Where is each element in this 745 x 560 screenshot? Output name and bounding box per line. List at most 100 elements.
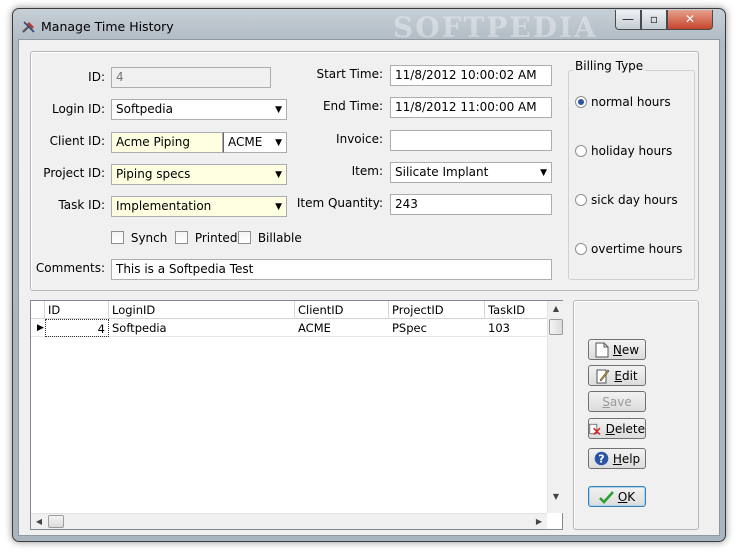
radio-label-holiday-hours: holiday hours <box>591 143 673 158</box>
details-panel: ID: 4 Login ID: Softpedia ▼ Client ID: A… <box>30 51 699 291</box>
chevron-down-icon[interactable]: ▼ <box>540 166 547 181</box>
help-button[interactable]: ? Help <box>588 448 646 469</box>
cell-clientid[interactable]: ACME <box>295 319 389 337</box>
grid-corner <box>31 301 45 319</box>
start-time-field[interactable]: 11/8/2012 10:00:02 AM <box>390 65 552 86</box>
chevron-down-icon[interactable]: ▼ <box>275 200 282 215</box>
radio-button[interactable] <box>575 193 587 206</box>
synch-checkbox[interactable]: Synch <box>111 230 167 245</box>
end-time-label: End Time: <box>322 99 383 113</box>
minimize-button[interactable]: — <box>615 10 641 30</box>
vertical-scroll-thumb[interactable] <box>549 319 563 335</box>
delete-button-key: D <box>605 421 615 436</box>
ok-button-label: K <box>627 489 636 504</box>
client-code-combo[interactable]: ACME ▼ <box>223 132 287 153</box>
task-id-combo[interactable]: Implementation ▼ <box>111 196 287 217</box>
invoice-label: Invoice: <box>336 132 383 146</box>
scroll-left-icon[interactable]: ◀ <box>31 514 47 530</box>
time-history-grid[interactable]: ID LoginID ClientID ProjectID TaskID ▶ 4… <box>30 300 563 530</box>
client-code-value: ACME <box>228 135 263 149</box>
project-id-combo[interactable]: Piping specs ▼ <box>111 164 287 185</box>
delete-icon <box>589 423 601 435</box>
horizontal-scroll-thumb[interactable] <box>48 515 64 528</box>
login-id-value: Softpedia <box>116 102 173 116</box>
new-document-icon <box>595 342 609 357</box>
cell-taskid[interactable]: 103 <box>485 319 547 337</box>
radio-button[interactable] <box>575 95 587 108</box>
item-quantity-field[interactable]: 243 <box>390 194 552 215</box>
radio-button[interactable] <box>575 242 587 255</box>
edit-button-key: E <box>614 368 622 383</box>
new-button-label: ew <box>621 342 640 357</box>
save-button-key: S <box>602 394 610 409</box>
col-header-taskid[interactable]: TaskID <box>485 301 547 319</box>
billable-checkbox[interactable]: Billable <box>238 230 302 245</box>
close-button[interactable]: ✕ <box>667 10 713 30</box>
item-value: Silicate Implant <box>395 165 489 179</box>
svg-text:?: ? <box>598 453 604 466</box>
client-name-field[interactable]: Acme Piping <box>111 132 223 153</box>
cell-projectid[interactable]: PSpec <box>389 319 485 337</box>
edit-button-label: dit <box>621 368 638 383</box>
chevron-down-icon[interactable]: ▼ <box>275 168 282 183</box>
project-id-label: Project ID: <box>43 166 105 180</box>
radio-holiday-hours[interactable]: holiday hours <box>575 143 672 158</box>
save-button-label: ave <box>609 394 632 409</box>
window-title: Manage Time History <box>41 19 174 34</box>
id-field: 4 <box>111 67 271 88</box>
billing-type-title: Billing Type <box>573 59 646 73</box>
task-id-value: Implementation <box>116 199 212 213</box>
chevron-down-icon[interactable]: ▼ <box>275 136 282 151</box>
login-id-label: Login ID: <box>51 102 105 116</box>
edit-document-icon <box>596 369 610 383</box>
edit-button[interactable]: Edit <box>588 365 646 386</box>
client-id-label: Client ID: <box>49 134 105 148</box>
app-window: Manage Time History SOFTPEDIA — ▫ ✕ ID: … <box>12 8 726 542</box>
title-bar[interactable]: Manage Time History SOFTPEDIA — ▫ ✕ <box>13 9 725 44</box>
col-header-loginid[interactable]: LoginID <box>109 301 295 319</box>
col-header-id[interactable]: ID <box>45 301 109 319</box>
horizontal-scrollbar[interactable]: ◀ ▶ <box>31 513 547 529</box>
help-button-label: elp <box>621 451 641 466</box>
scroll-right-icon[interactable]: ▶ <box>531 514 547 530</box>
chevron-down-icon[interactable]: ▼ <box>275 103 282 118</box>
radio-sick-day-hours[interactable]: sick day hours <box>575 192 678 207</box>
invoice-field[interactable] <box>390 130 552 151</box>
checkbox-box[interactable] <box>238 231 251 244</box>
col-header-projectid[interactable]: ProjectID <box>389 301 485 319</box>
login-id-combo[interactable]: Softpedia ▼ <box>111 99 287 120</box>
client-area: ID: 4 Login ID: Softpedia ▼ Client ID: A… <box>18 39 720 536</box>
scroll-up-icon[interactable]: ▲ <box>548 301 564 317</box>
checkmark-icon <box>598 490 614 504</box>
checkbox-box[interactable] <box>175 231 188 244</box>
item-label: Item: <box>351 164 383 178</box>
save-button[interactable]: Save <box>588 391 646 412</box>
scroll-down-icon[interactable]: ▼ <box>548 489 564 505</box>
delete-button-label: elete <box>614 421 645 436</box>
comments-field[interactable]: This is a Softpedia Test <box>111 259 552 280</box>
delete-button[interactable]: Delete <box>588 418 646 439</box>
cell-loginid[interactable]: Softpedia <box>109 319 295 337</box>
item-combo[interactable]: Silicate Implant ▼ <box>390 162 552 183</box>
checkbox-box[interactable] <box>111 231 124 244</box>
ok-button[interactable]: OK <box>588 486 646 507</box>
radio-normal-hours[interactable]: normal hours <box>575 94 671 109</box>
start-time-label: Start Time: <box>316 67 383 81</box>
maximize-button[interactable]: ▫ <box>641 10 667 30</box>
table-row[interactable]: ▶ 4 Softpedia ACME PSpec 103 <box>31 319 547 337</box>
new-button-key: N <box>612 342 622 357</box>
grid-header: ID LoginID ClientID ProjectID TaskID <box>31 301 547 319</box>
printed-label: Printed <box>194 230 238 245</box>
actions-panel: New Edit Save Delete ? Help OK <box>573 300 699 530</box>
radio-button[interactable] <box>575 144 587 157</box>
printed-checkbox[interactable]: Printed <box>175 230 237 245</box>
end-time-field[interactable]: 11/8/2012 11:00:00 AM <box>390 97 552 118</box>
vertical-scrollbar[interactable]: ▲ ▼ <box>547 301 563 513</box>
new-button[interactable]: New <box>588 339 646 360</box>
radio-overtime-hours[interactable]: overtime hours <box>575 241 682 256</box>
cell-id[interactable]: 4 <box>45 319 109 337</box>
synch-label: Synch <box>130 230 168 245</box>
task-id-label: Task ID: <box>58 198 105 212</box>
col-header-clientid[interactable]: ClientID <box>295 301 389 319</box>
tools-icon <box>22 21 35 33</box>
